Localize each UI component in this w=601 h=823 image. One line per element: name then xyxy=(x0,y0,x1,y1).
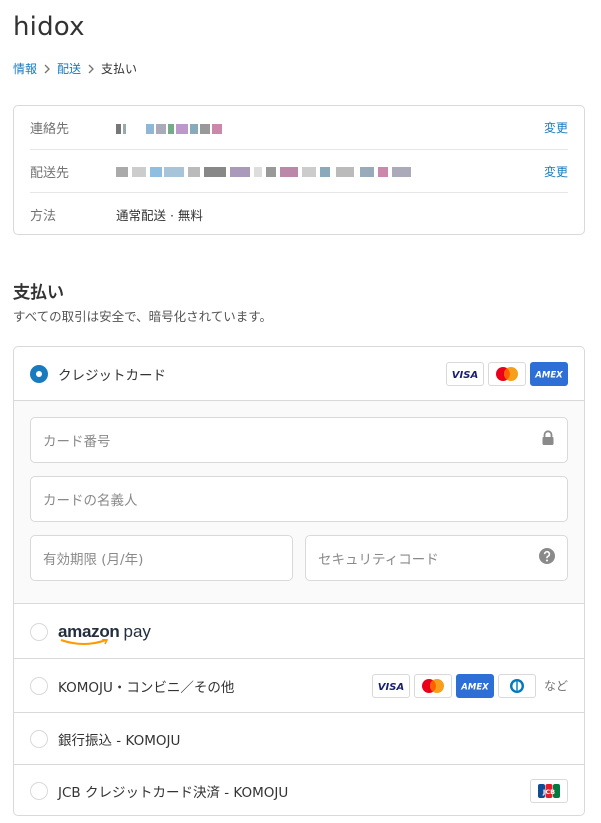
card-name-placeholder: カードの名義人 xyxy=(43,493,138,509)
review-row-contact: 連絡先 変更 xyxy=(30,106,568,149)
ship-to-label: 配送先 xyxy=(30,165,70,181)
review-row-ship-to: 配送先 変更 xyxy=(30,149,568,192)
contact-value-redacted xyxy=(116,120,544,135)
expiry-placeholder: 有効期限 (月/年) xyxy=(43,552,144,568)
chevron-right-icon xyxy=(81,62,101,76)
radio-credit-card[interactable] xyxy=(30,364,48,383)
card-number-placeholder: カード番号 xyxy=(43,434,111,450)
security-code-input[interactable]: セキュリティコード xyxy=(305,535,568,581)
security-code-placeholder: セキュリティコード xyxy=(318,552,439,568)
review-row-method: 方法 通常配送 · 無料 xyxy=(30,192,568,235)
card-number-input[interactable]: カード番号 xyxy=(30,417,568,463)
visa-icon: VISA xyxy=(446,361,484,386)
svg-text:VISA: VISA xyxy=(378,682,404,692)
radio-komoju-konbini[interactable] xyxy=(30,676,48,695)
lock-icon xyxy=(541,430,555,450)
payment-methods: クレジットカード VISA AMEX カード番号 カードの名義人 有効期限 (月… xyxy=(13,346,585,816)
change-ship-to-link[interactable]: 変更 xyxy=(544,163,568,180)
komoju-konbini-label: KOMOJU・コンビニ／その他 xyxy=(58,679,235,696)
svg-text:AMEX: AMEX xyxy=(534,370,563,380)
breadcrumb-information[interactable]: 情報 xyxy=(13,60,37,77)
payment-title: 支払い xyxy=(13,283,64,303)
diners-icon xyxy=(497,673,536,698)
contact-label: 連絡先 xyxy=(30,122,70,137)
svg-text:AMEX: AMEX xyxy=(460,682,489,692)
method-label: 方法 xyxy=(30,208,57,224)
ship-to-value-redacted xyxy=(116,164,544,179)
more-brands-text: など xyxy=(543,679,568,693)
bank-transfer-label: 銀行振込 - KOMOJU xyxy=(58,732,181,749)
breadcrumb: 情報 配送 支払い xyxy=(13,60,137,77)
breadcrumb-shipping[interactable]: 配送 xyxy=(57,60,81,77)
chevron-right-icon xyxy=(37,62,57,76)
review-block: 連絡先 変更 配送先 変更 方法 通常配送 · 無料 xyxy=(13,105,585,235)
credit-card-form: カード番号 カードの名義人 有効期限 (月/年) セキュリティコード xyxy=(14,400,584,604)
komoju-brands: VISA AMEX xyxy=(371,673,536,698)
payment-subtitle: すべての取引は安全で、暗号化されています。 xyxy=(13,309,273,324)
breadcrumb-payment: 支払い xyxy=(101,62,138,76)
payment-option-credit-card[interactable]: クレジットカード VISA AMEX xyxy=(14,347,584,400)
amazon-pay-logo: amazon pay xyxy=(58,622,151,645)
payment-option-amazon-pay[interactable]: amazon pay xyxy=(14,604,584,659)
card-name-input[interactable]: カードの名義人 xyxy=(30,476,568,522)
payment-option-komoju-konbini[interactable]: KOMOJU・コンビニ／その他 VISA AMEX など xyxy=(14,659,584,712)
expiry-input[interactable]: 有効期限 (月/年) xyxy=(30,535,293,581)
change-contact-link[interactable]: 変更 xyxy=(544,119,568,136)
amex-icon: AMEX xyxy=(455,673,494,698)
payment-option-bank-transfer[interactable]: 銀行振込 - KOMOJU xyxy=(14,713,584,764)
visa-icon: VISA xyxy=(371,673,410,698)
method-value: 通常配送 · 無料 xyxy=(116,207,203,223)
mastercard-icon xyxy=(413,673,452,698)
radio-jcb[interactable] xyxy=(30,781,48,800)
svg-text:JCB: JCB xyxy=(542,788,555,796)
credit-card-label: クレジットカード xyxy=(58,367,166,384)
amex-icon: AMEX xyxy=(530,361,568,386)
radio-bank-transfer[interactable] xyxy=(30,729,48,748)
question-mark-icon[interactable] xyxy=(539,548,555,568)
jcb-icon: JCB xyxy=(530,778,568,803)
jcb-label: JCB クレジットカード決済 - KOMOJU xyxy=(58,784,289,801)
jcb-brand: JCB xyxy=(530,778,568,803)
svg-text:VISA: VISA xyxy=(452,370,478,380)
mastercard-icon xyxy=(488,361,526,386)
store-name: hidox xyxy=(13,12,85,42)
amazon-smile-icon xyxy=(60,638,109,645)
payment-option-jcb[interactable]: JCB クレジットカード決済 - KOMOJU JCB xyxy=(14,765,584,815)
radio-amazon-pay[interactable] xyxy=(30,622,48,641)
credit-card-brands: VISA AMEX xyxy=(446,361,568,386)
